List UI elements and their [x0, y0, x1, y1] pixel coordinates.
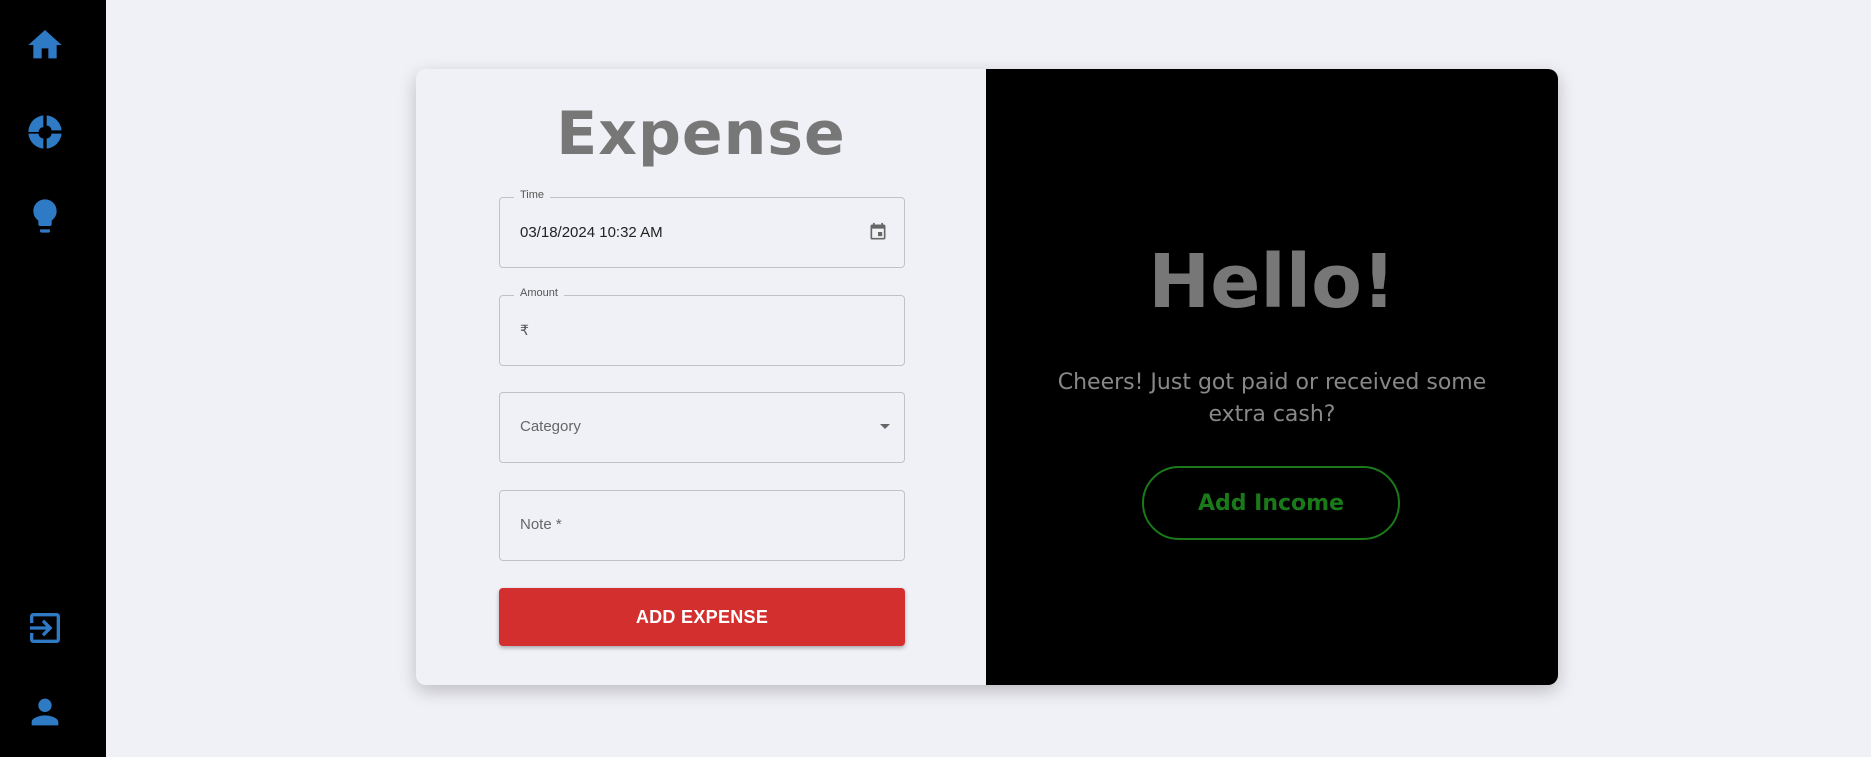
amount-label: Amount	[514, 287, 564, 299]
transaction-card: Expense Time 03/18/2024 10:32 AM Amount …	[416, 69, 1558, 685]
note-field[interactable]: Note *	[499, 490, 905, 561]
currency-prefix: ₹	[520, 322, 529, 338]
expense-title: Expense	[556, 99, 846, 169]
lightbulb-icon	[33, 199, 57, 233]
income-message: Cheers! Just got paid or received some e…	[1057, 370, 1487, 427]
hello-heading: Hello!	[1148, 239, 1396, 325]
category-placeholder: Category	[520, 418, 581, 435]
note-placeholder: Note *	[520, 516, 562, 533]
nav-profile[interactable]	[23, 690, 67, 734]
amount-field[interactable]: Amount ₹	[499, 287, 905, 366]
calendar-icon[interactable]	[868, 222, 888, 242]
home-icon	[28, 30, 62, 59]
expense-panel: Expense Time 03/18/2024 10:32 AM Amount …	[416, 69, 986, 685]
dropdown-caret-icon	[880, 424, 890, 429]
logout-icon	[30, 613, 60, 643]
nav-logout[interactable]	[23, 606, 67, 650]
nav-analytics[interactable]	[23, 110, 67, 154]
sidebar	[0, 0, 106, 757]
time-value[interactable]: 03/18/2024 10:32 AM	[520, 224, 663, 241]
user-icon	[31, 698, 59, 726]
add-income-button[interactable]: Add Income	[1142, 466, 1400, 540]
income-panel: Hello! Cheers! Just got paid or received…	[986, 69, 1558, 685]
pie-chart-icon	[28, 115, 62, 149]
add-expense-button[interactable]: ADD EXPENSE	[499, 588, 905, 646]
category-select[interactable]: Category	[499, 392, 905, 463]
time-field[interactable]: Time 03/18/2024 10:32 AM	[499, 189, 905, 268]
nav-insights[interactable]	[23, 194, 67, 238]
nav-home[interactable]	[23, 23, 67, 67]
time-label: Time	[514, 189, 551, 201]
